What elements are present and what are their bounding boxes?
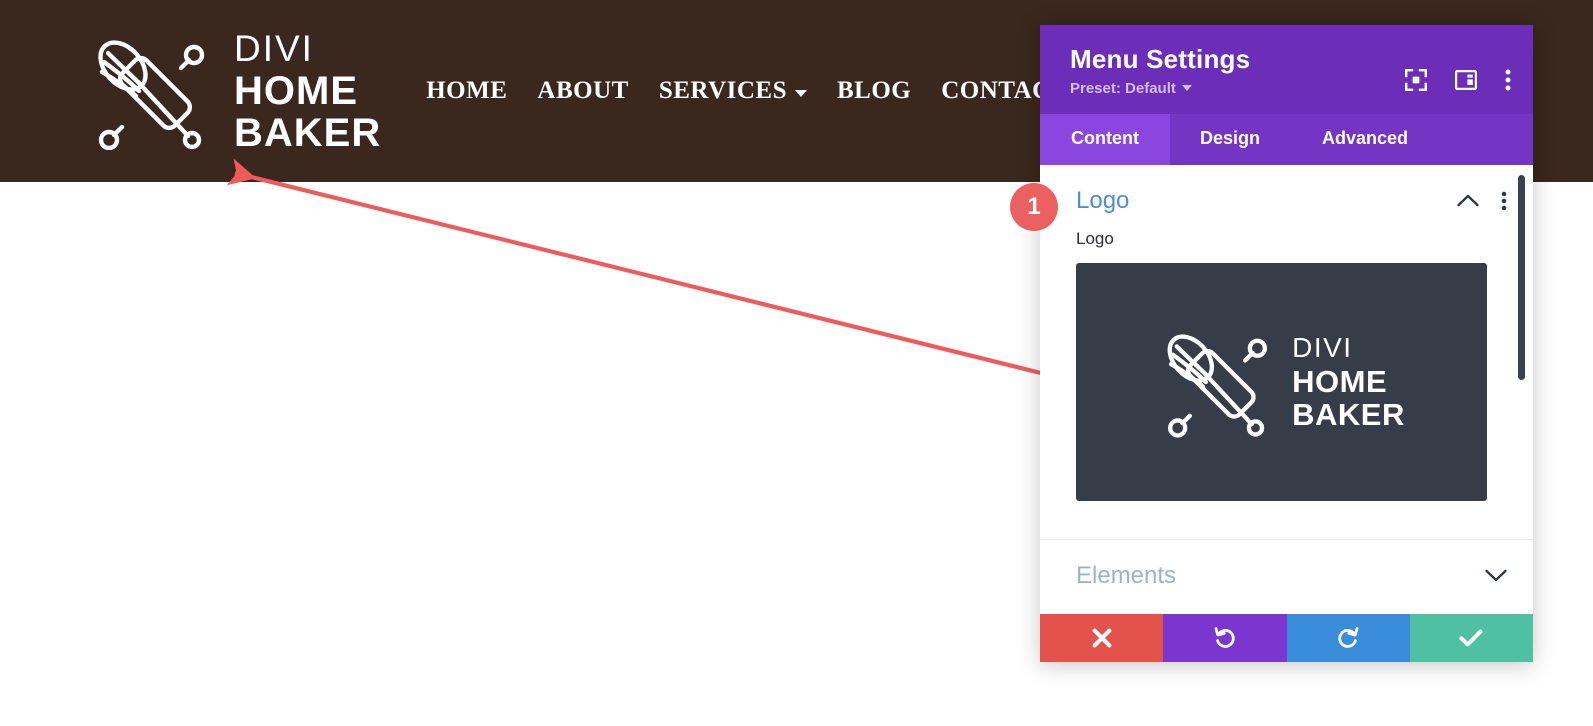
logo-line-divi: DIVI bbox=[234, 27, 314, 69]
nav-item-about[interactable]: ABOUT bbox=[522, 77, 643, 105]
logo-image-preview[interactable]: DIVI HOME BAKER bbox=[1076, 262, 1487, 501]
panel-layout-icon[interactable] bbox=[1455, 70, 1477, 90]
cancel-button[interactable] bbox=[1040, 614, 1164, 662]
panel-scrollbar-track[interactable] bbox=[1518, 167, 1529, 614]
redo-button[interactable] bbox=[1286, 614, 1410, 662]
panel-footer bbox=[1040, 614, 1533, 662]
panel-body: Logo Logo DIVI HOME BAKER Elements bbox=[1040, 164, 1533, 614]
logo-line-home: HOME bbox=[234, 68, 358, 113]
nav-label-home: HOME bbox=[426, 77, 508, 104]
tab-content[interactable]: Content bbox=[1040, 113, 1170, 165]
undo-button[interactable] bbox=[1163, 614, 1287, 662]
step-badge-1: 1 bbox=[1010, 183, 1058, 231]
whisk-rolling-pin-icon bbox=[98, 40, 205, 150]
preview-line-baker: BAKER bbox=[1292, 396, 1405, 432]
save-button[interactable] bbox=[1409, 614, 1533, 662]
chevron-down-icon[interactable] bbox=[1485, 569, 1507, 582]
section-logo-controls bbox=[1457, 191, 1507, 211]
nav-label-services: SERVICES bbox=[658, 77, 787, 104]
panel-scrollbar-thumb[interactable] bbox=[1518, 174, 1525, 380]
preset-label: Preset: Default bbox=[1070, 79, 1176, 97]
screenshot-root: DIVI HOME BAKER HOME ABOUT SERVICES BLOG… bbox=[0, 0, 1593, 726]
menu-settings-panel: Menu Settings Preset: Default Content De… bbox=[1040, 25, 1533, 662]
section-elements-controls bbox=[1485, 569, 1507, 582]
whisk-rolling-pin-icon bbox=[1167, 334, 1268, 438]
kebab-menu-icon[interactable] bbox=[1505, 69, 1511, 91]
nav-label-about: ABOUT bbox=[537, 77, 629, 104]
field-logo: Logo DIVI HOME BAKER bbox=[1040, 229, 1533, 501]
preview-line-divi: DIVI bbox=[1292, 331, 1353, 363]
chevron-down-icon bbox=[794, 89, 807, 97]
section-elements-header[interactable]: Elements bbox=[1040, 540, 1533, 612]
nav-item-home[interactable]: HOME bbox=[411, 77, 522, 105]
panel-tabs: Content Design Advanced bbox=[1040, 113, 1533, 165]
logo-preview-wordmark: DIVI HOME BAKER bbox=[1292, 331, 1405, 432]
close-x-icon bbox=[1092, 628, 1112, 648]
section-elements-title: Elements bbox=[1076, 561, 1177, 589]
logo-line-baker: BAKER bbox=[234, 110, 382, 155]
section-logo-title: Logo bbox=[1076, 186, 1130, 214]
nav-item-blog[interactable]: BLOG bbox=[822, 77, 926, 105]
preset-selector[interactable]: Preset: Default bbox=[1070, 80, 1192, 97]
checkmark-icon bbox=[1459, 629, 1483, 647]
nav-item-services[interactable]: SERVICES bbox=[644, 77, 822, 105]
section-logo-header[interactable]: Logo bbox=[1040, 165, 1533, 229]
panel-header: Menu Settings Preset: Default bbox=[1040, 25, 1533, 114]
nav-label-blog: BLOG bbox=[836, 77, 912, 104]
panel-header-actions bbox=[1405, 69, 1511, 91]
redo-arrow-icon bbox=[1338, 627, 1359, 648]
focus-target-icon[interactable] bbox=[1405, 69, 1427, 91]
site-logo-wordmark: DIVI HOME BAKER bbox=[234, 30, 381, 153]
site-logo[interactable]: DIVI HOME BAKER bbox=[88, 30, 381, 153]
preview-line-home: HOME bbox=[1292, 363, 1388, 399]
logo-preview-content: DIVI HOME BAKER bbox=[1158, 326, 1405, 438]
tab-design[interactable]: Design bbox=[1170, 114, 1290, 165]
kebab-menu-icon[interactable] bbox=[1501, 191, 1507, 211]
undo-arrow-icon bbox=[1214, 627, 1235, 648]
field-logo-label: Logo bbox=[1076, 228, 1114, 248]
tab-advanced[interactable]: Advanced bbox=[1290, 114, 1440, 165]
chevron-up-icon[interactable] bbox=[1457, 194, 1479, 207]
chevron-down-icon bbox=[1181, 85, 1192, 92]
